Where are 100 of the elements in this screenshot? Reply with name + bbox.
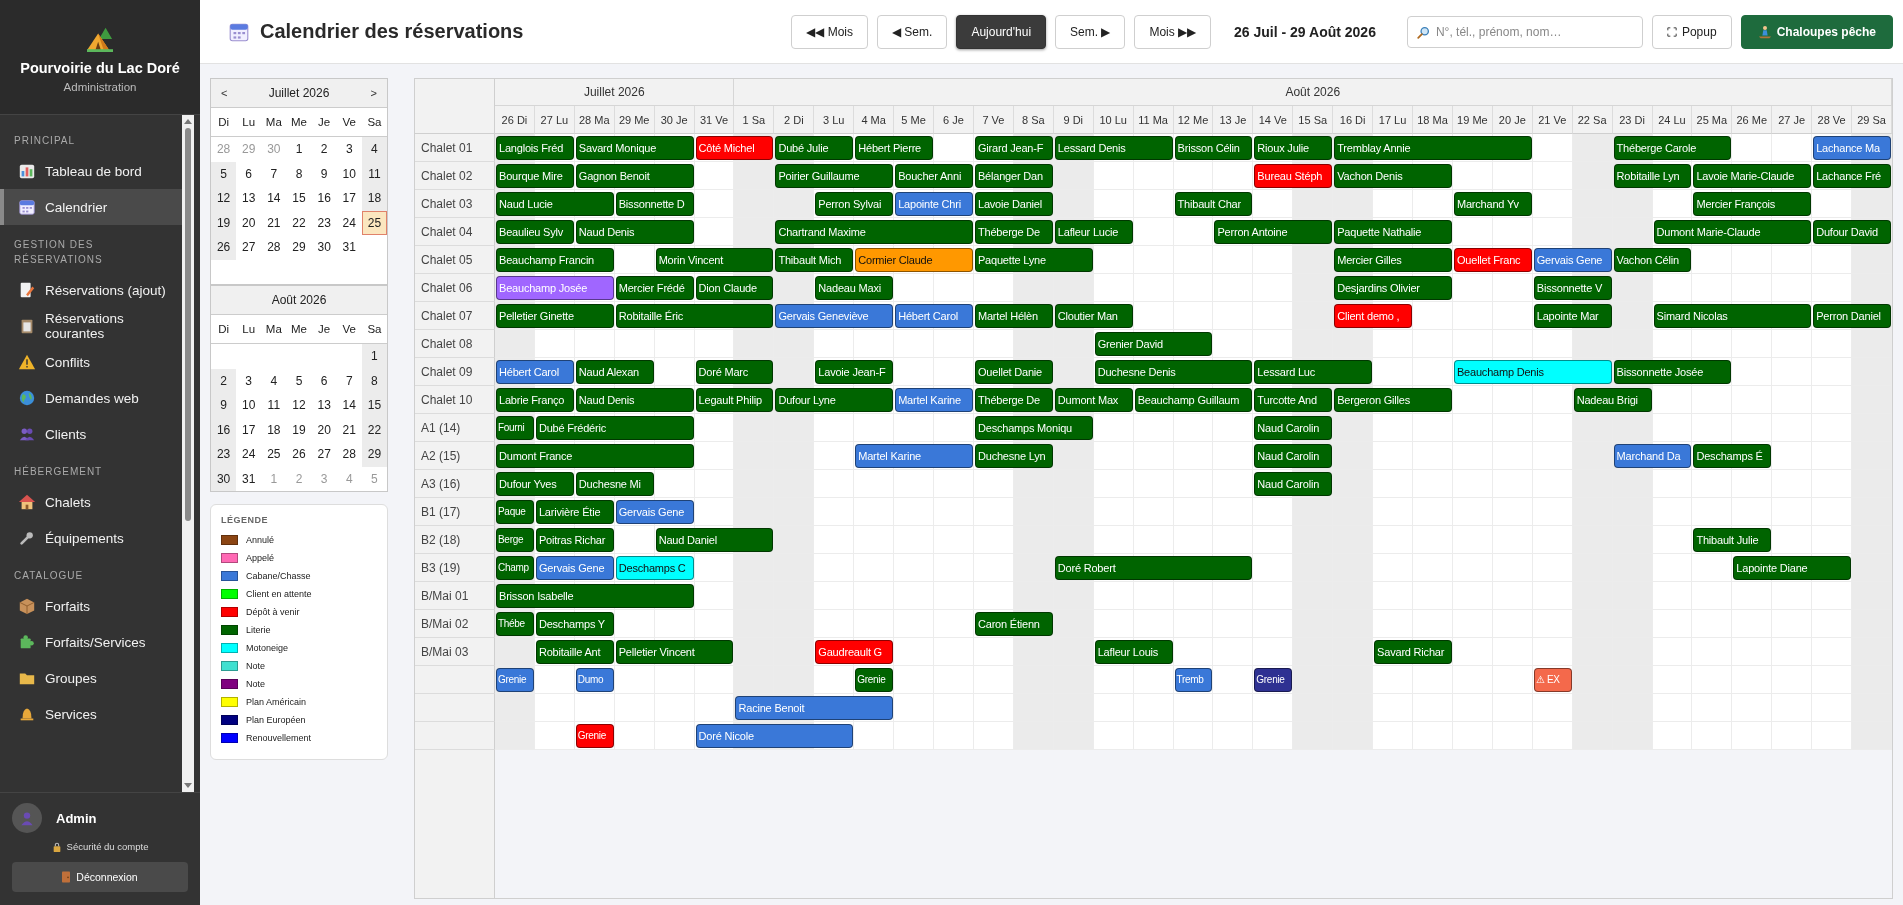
- booking-bar[interactable]: Naud Carolin: [1254, 444, 1333, 468]
- booking-bar[interactable]: Tremblay Annie: [1334, 136, 1532, 160]
- booking-bar[interactable]: Marchand Da: [1613, 444, 1692, 468]
- booking-bar[interactable]: Dumo: [575, 668, 614, 692]
- booking-bar[interactable]: Mercier Frédé: [615, 276, 694, 300]
- nav-item[interactable]: Réservations (ajout): [0, 272, 182, 308]
- booking-bar[interactable]: Beauchamp Denis: [1453, 360, 1612, 384]
- calendar-day[interactable]: 22: [361, 417, 387, 442]
- nav-item[interactable]: Équipements: [0, 520, 182, 556]
- booking-bar[interactable]: Théberge De: [974, 388, 1053, 412]
- booking-bar[interactable]: Lavoie Marie-Claude: [1693, 164, 1812, 188]
- booking-bar[interactable]: Thébe: [496, 612, 534, 636]
- calendar-day[interactable]: 16: [211, 417, 237, 442]
- booking-bar[interactable]: Lapointe Chri: [895, 192, 973, 216]
- booking-bar[interactable]: Dufour Lyne: [775, 388, 894, 412]
- booking-bar[interactable]: Grenie: [1254, 668, 1293, 692]
- booking-bar[interactable]: Deschamps Y: [535, 612, 614, 636]
- calendar-day[interactable]: 1: [361, 344, 387, 369]
- calendar-day[interactable]: 10: [336, 161, 362, 186]
- booking-bar[interactable]: Tremb: [1174, 668, 1213, 692]
- booking-bar[interactable]: Duchesne Mi: [575, 472, 654, 496]
- booking-bar[interactable]: Beauchamp Guillaum: [1134, 388, 1253, 412]
- booking-bar[interactable]: Girard Jean-F: [974, 136, 1053, 160]
- calendar-day[interactable]: 11: [261, 393, 287, 418]
- next-month-button[interactable]: >: [366, 87, 381, 99]
- nav-button[interactable]: Sem. ▶: [1055, 14, 1126, 49]
- calendar-day[interactable]: 17: [236, 417, 262, 442]
- booking-bar[interactable]: Dumont Marie-Claude: [1653, 220, 1812, 244]
- booking-bar[interactable]: Gaudreault G: [815, 640, 894, 664]
- booking-bar[interactable]: Bureau Stéph: [1254, 164, 1333, 188]
- booking-bar[interactable]: Martel Hélèn: [974, 304, 1053, 328]
- booking-bar[interactable]: Cloutier Man: [1054, 304, 1133, 328]
- booking-bar[interactable]: Martel Karine: [895, 388, 973, 412]
- calendar-day[interactable]: 14: [336, 393, 362, 418]
- nav-item[interactable]: Conflits: [0, 344, 182, 380]
- calendar-day[interactable]: 23: [311, 210, 337, 235]
- booking-bar[interactable]: Lafleur Louis: [1094, 640, 1173, 664]
- booking-bar[interactable]: Caron Étienn: [974, 612, 1053, 636]
- booking-bar[interactable]: Savard Monique: [575, 136, 694, 160]
- booking-bar[interactable]: Paque: [496, 500, 534, 524]
- calendar-day[interactable]: 22: [286, 210, 312, 235]
- calendar-day[interactable]: 19: [286, 417, 312, 442]
- calendar-day[interactable]: 15: [361, 393, 387, 418]
- calendar-day[interactable]: 12: [211, 186, 237, 211]
- booking-bar[interactable]: Beauchamp Francin: [496, 248, 614, 272]
- prev-month-button[interactable]: <: [217, 87, 232, 99]
- booking-bar[interactable]: Naud Denis: [575, 220, 694, 244]
- calendar-day[interactable]: 6: [236, 161, 262, 186]
- booking-bar[interactable]: Naud Daniel: [655, 528, 774, 552]
- nav-item[interactable]: Forfaits/Services: [0, 624, 182, 660]
- booking-bar[interactable]: Lachance Ma: [1813, 136, 1891, 160]
- calendar-day[interactable]: 24: [236, 442, 262, 467]
- account-security-link[interactable]: Sécurité du compte: [51, 841, 149, 852]
- booking-bar[interactable]: Gagnon Benoit: [575, 164, 694, 188]
- booking-bar[interactable]: Naud Carolin: [1254, 472, 1333, 496]
- booking-bar[interactable]: Lachance Fré: [1813, 164, 1891, 188]
- booking-bar[interactable]: Legault Philip: [695, 388, 774, 412]
- booking-bar[interactable]: Robitaille Lyn: [1613, 164, 1692, 188]
- booking-bar[interactable]: Doré Robert: [1054, 556, 1253, 580]
- booking-bar[interactable]: Beaulieu Sylv: [496, 220, 574, 244]
- booking-bar[interactable]: Thibault Julie: [1693, 528, 1772, 552]
- calendar-day[interactable]: 13: [236, 186, 262, 211]
- booking-bar[interactable]: Deschamps C: [615, 556, 694, 580]
- booking-bar[interactable]: Deschamps É: [1693, 444, 1772, 468]
- calendar-day[interactable]: 21: [336, 417, 362, 442]
- booking-bar[interactable]: Bissonnette Josée: [1613, 360, 1732, 384]
- booking-bar[interactable]: Dufour David: [1813, 220, 1891, 244]
- calendar-day[interactable]: 28: [261, 235, 287, 260]
- booking-bar[interactable]: Théberge Carole: [1613, 136, 1732, 160]
- calendar-day[interactable]: 26: [286, 442, 312, 467]
- calendar-day[interactable]: 4: [261, 368, 287, 393]
- booking-bar[interactable]: Naud Denis: [575, 388, 694, 412]
- booking-bar[interactable]: Doré Nicole: [695, 724, 854, 748]
- booking-bar[interactable]: Langlois Fréd: [496, 136, 574, 160]
- booking-bar[interactable]: Ouellet Franc: [1453, 248, 1532, 272]
- booking-bar[interactable]: Naud Alexan: [575, 360, 654, 384]
- nav-item[interactable]: Chalets: [0, 484, 182, 520]
- calendar-day[interactable]: 24: [336, 210, 362, 235]
- calendar-day[interactable]: 23: [211, 442, 237, 467]
- booking-bar[interactable]: Deschamps Moniqu: [974, 416, 1093, 440]
- search-field[interactable]: N°, tél., prénom, nom…: [1406, 15, 1643, 48]
- calendar-day[interactable]: 9: [211, 393, 237, 418]
- booking-bar[interactable]: Rioux Julie: [1254, 136, 1333, 160]
- calendar-day[interactable]: 1: [286, 137, 312, 162]
- booking-bar[interactable]: Boucher Anni: [895, 164, 973, 188]
- calendar-day[interactable]: 20: [311, 417, 337, 442]
- booking-bar[interactable]: Marchand Yv: [1453, 192, 1532, 216]
- calendar-day[interactable]: 30: [211, 466, 237, 491]
- booking-bar[interactable]: Fourni: [496, 416, 534, 440]
- booking-bar[interactable]: Turcotte And: [1254, 388, 1333, 412]
- calendar-day[interactable]: 11: [361, 161, 387, 186]
- nav-item[interactable]: Tableau de bord: [0, 153, 182, 189]
- booking-bar[interactable]: Brisson Isabelle: [496, 584, 694, 608]
- calendar-day[interactable]: 7: [261, 161, 287, 186]
- calendar-day[interactable]: 27: [236, 235, 262, 260]
- calendar-day[interactable]: 9: [311, 161, 337, 186]
- booking-bar[interactable]: Perron Daniel: [1813, 304, 1891, 328]
- calendar-day[interactable]: 3: [336, 137, 362, 162]
- calendar-day[interactable]: 28: [336, 442, 362, 467]
- booking-bar[interactable]: Dubé Frédéric: [535, 416, 694, 440]
